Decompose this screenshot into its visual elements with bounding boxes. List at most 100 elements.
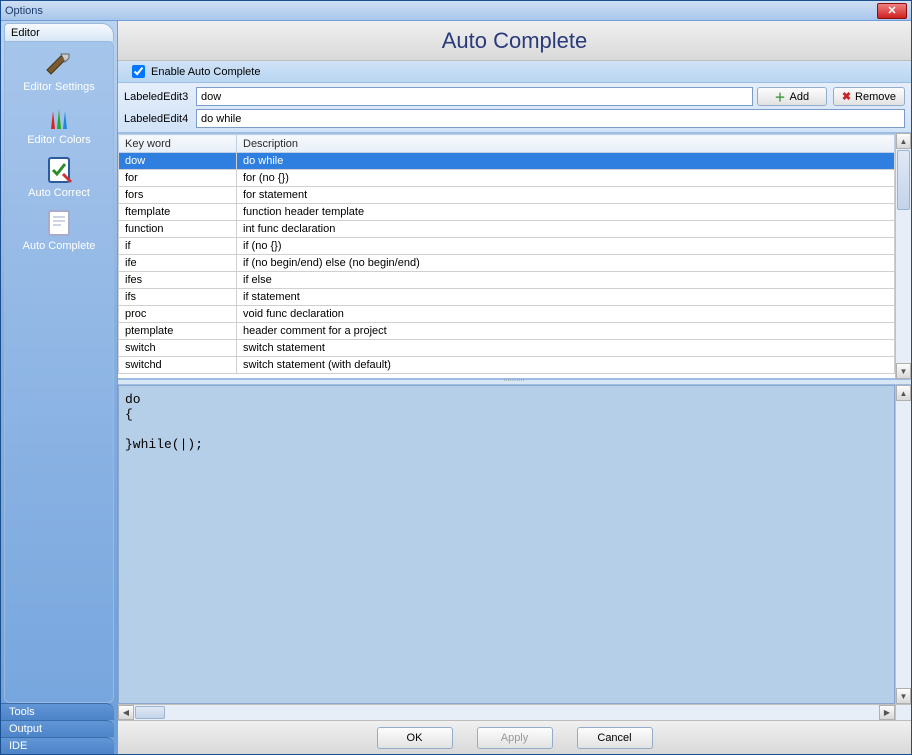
scroll-left-icon[interactable]: ◀ (118, 705, 134, 720)
cell-description: int func declaration (237, 221, 895, 238)
cell-description: function header template (237, 204, 895, 221)
table-row[interactable]: forfor (no {}) (119, 170, 895, 187)
edit4-label: LabeledEdit4 (124, 113, 192, 125)
cross-icon: ✖ (842, 90, 851, 103)
dialog-buttons: OK Apply Cancel (118, 720, 911, 754)
apply-button[interactable]: Apply (477, 727, 553, 749)
brushes-icon (43, 101, 75, 133)
cell-keyword: switch (119, 340, 237, 357)
scroll-up-icon[interactable]: ▲ (896, 133, 911, 149)
cell-keyword: ptemplate (119, 323, 237, 340)
cell-keyword: ftemplate (119, 204, 237, 221)
keyword-table[interactable]: Key word Description dowdo whileforfor (… (118, 133, 895, 379)
cell-description: void func declaration (237, 306, 895, 323)
sidebar-tab-output[interactable]: Output (1, 720, 114, 737)
sidebar-item-editor-colors[interactable]: Editor Colors (5, 99, 113, 152)
col-keyword[interactable]: Key word (119, 135, 237, 153)
sidebar-item-auto-correct[interactable]: Auto Correct (5, 152, 113, 205)
close-icon: ✕ (887, 4, 896, 17)
ok-button[interactable]: OK (377, 727, 453, 749)
window-title: Options (5, 5, 43, 17)
table-row[interactable]: switchswitch statement (119, 340, 895, 357)
sidebar-tab-label: Output (9, 723, 42, 735)
enable-checkbox[interactable] (132, 65, 145, 78)
sidebar-tab-editor[interactable]: Editor (4, 23, 114, 41)
cell-keyword: for (119, 170, 237, 187)
cell-keyword: dow (119, 153, 237, 170)
cell-description: switch statement (with default) (237, 357, 895, 374)
cell-description: if statement (237, 289, 895, 306)
sidebar-item-label: Auto Complete (23, 240, 96, 252)
table-row[interactable]: forsfor statement (119, 187, 895, 204)
sidebar-tab-tools[interactable]: Tools (1, 703, 114, 720)
button-label: Add (790, 91, 810, 103)
code-vscrollbar[interactable]: ▲ ▼ (895, 385, 911, 704)
cell-description: switch statement (237, 340, 895, 357)
cell-keyword: ifs (119, 289, 237, 306)
col-description[interactable]: Description (237, 135, 895, 153)
button-label: Remove (855, 91, 896, 103)
sidebar-item-label: Auto Correct (28, 187, 90, 199)
table-row[interactable]: functionint func declaration (119, 221, 895, 238)
enable-label: Enable Auto Complete (151, 66, 260, 78)
button-label: Cancel (597, 732, 631, 744)
description-input[interactable] (196, 109, 905, 128)
close-button[interactable]: ✕ (877, 3, 907, 19)
button-label: OK (407, 732, 423, 744)
page-header: Auto Complete (118, 21, 911, 61)
cell-description: if (no {}) (237, 238, 895, 255)
hammer-icon (43, 48, 75, 80)
page-title: Auto Complete (442, 28, 588, 54)
sidebar-item-auto-complete[interactable]: Auto Complete (5, 205, 113, 258)
cell-keyword: ifes (119, 272, 237, 289)
cell-keyword: fors (119, 187, 237, 204)
scroll-thumb[interactable] (135, 706, 165, 719)
table-row[interactable]: ifesif else (119, 272, 895, 289)
cell-description: for statement (237, 187, 895, 204)
table-row[interactable]: procvoid func declaration (119, 306, 895, 323)
add-button[interactable]: ＋ Add (757, 87, 827, 106)
cell-description: for (no {}) (237, 170, 895, 187)
table-row[interactable]: ftemplatefunction header template (119, 204, 895, 221)
scroll-down-icon[interactable]: ▼ (896, 363, 911, 379)
sidebar-item-editor-settings[interactable]: Editor Settings (5, 46, 113, 99)
scroll-right-icon[interactable]: ▶ (879, 705, 895, 720)
cell-keyword: switchd (119, 357, 237, 374)
document-icon (43, 207, 75, 239)
scroll-thumb[interactable] (897, 150, 910, 210)
cell-keyword: ife (119, 255, 237, 272)
titlebar[interactable]: Options ✕ (1, 1, 911, 21)
sidebar-tab-label: IDE (9, 740, 27, 752)
plus-icon: ＋ (775, 89, 786, 105)
enable-row: Enable Auto Complete (118, 61, 911, 83)
sidebar: Editor Editor Settings Editor Colors (1, 21, 118, 754)
sidebar-tab-ide[interactable]: IDE (1, 737, 114, 754)
table-row[interactable]: ifif (no {}) (119, 238, 895, 255)
table-row[interactable]: ifsif statement (119, 289, 895, 306)
cancel-button[interactable]: Cancel (577, 727, 653, 749)
options-window: Options ✕ Editor Editor Settings Editor … (0, 0, 912, 755)
scroll-down-icon[interactable]: ▼ (896, 688, 911, 704)
check-document-icon (43, 154, 75, 186)
cell-description: do while (237, 153, 895, 170)
cell-keyword: proc (119, 306, 237, 323)
sidebar-item-label: Editor Colors (27, 134, 91, 146)
table-row[interactable]: ptemplateheader comment for a project (119, 323, 895, 340)
cell-keyword: if (119, 238, 237, 255)
code-preview[interactable]: do { }while(|); (118, 385, 895, 704)
table-row[interactable]: dowdo while (119, 153, 895, 170)
cell-description: if (no begin/end) else (no begin/end) (237, 255, 895, 272)
keyword-input[interactable] (196, 87, 753, 106)
sidebar-tab-label: Editor (11, 27, 40, 39)
scroll-up-icon[interactable]: ▲ (896, 385, 911, 401)
sidebar-tab-label: Tools (9, 706, 35, 718)
table-row[interactable]: switchdswitch statement (with default) (119, 357, 895, 374)
edit3-label: LabeledEdit3 (124, 91, 192, 103)
main-panel: Auto Complete Enable Auto Complete Label… (118, 21, 911, 754)
remove-button[interactable]: ✖ Remove (833, 87, 905, 106)
table-row[interactable]: ifeif (no begin/end) else (no begin/end) (119, 255, 895, 272)
table-scrollbar[interactable]: ▲ ▼ (895, 133, 911, 379)
button-label: Apply (501, 732, 529, 744)
code-hscrollbar[interactable]: ◀ ▶ (118, 704, 895, 720)
sidebar-item-label: Editor Settings (23, 81, 95, 93)
